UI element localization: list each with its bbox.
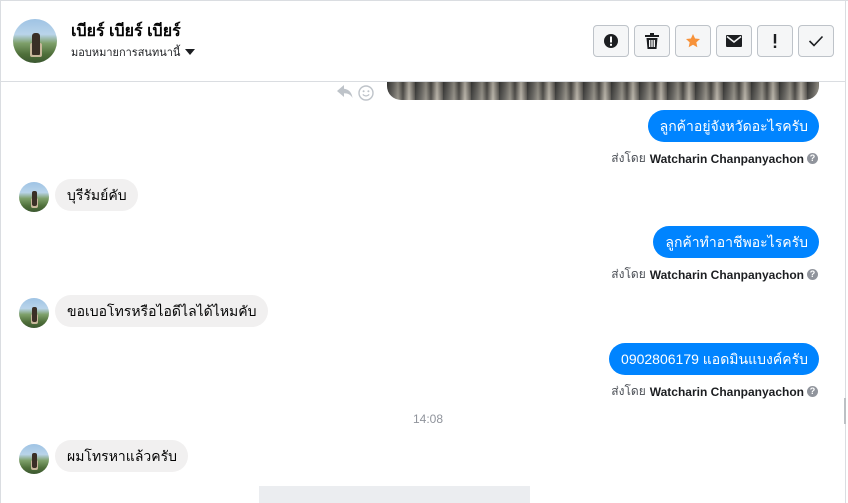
help-icon[interactable]: ? (807, 386, 818, 397)
assign-conversation-dropdown[interactable]: มอบหมายการสนทนานี้ (71, 43, 196, 61)
contact-avatar-small[interactable] (19, 182, 49, 212)
sent-by-line: ส่งโดย Watcharin Chanpanyachon ? (611, 382, 818, 401)
check-icon (808, 35, 824, 47)
mark-unread-button[interactable] (716, 25, 752, 57)
incoming-message[interactable]: บุรีรัมย์คับ (55, 179, 138, 211)
contact-avatar-small[interactable] (19, 298, 49, 328)
mark-done-button[interactable] (798, 25, 834, 57)
delete-button[interactable] (634, 25, 670, 57)
message-thread[interactable]: ลูกค้าอยู่จังหวัดอะไรครับ ส่งโดย Watchar… (1, 82, 845, 503)
trash-icon (645, 33, 659, 49)
alert-icon (603, 33, 619, 49)
outgoing-message[interactable]: ลูกค้าทำอาชีพอะไรครับ (653, 226, 819, 258)
typing-area-edge (259, 486, 530, 503)
contact-avatar[interactable] (13, 19, 57, 63)
conversation-toolbar (593, 25, 834, 57)
star-button[interactable] (675, 25, 711, 57)
sent-by-prefix: ส่งโดย (611, 384, 646, 398)
contact-avatar-small[interactable] (19, 444, 49, 474)
star-icon (685, 33, 701, 49)
scrollbar-thumb[interactable] (844, 398, 846, 424)
sent-by-line: ส่งโดย Watcharin Chanpanyachon ? (611, 149, 818, 168)
contact-name[interactable]: เบียร์ เบียร์ เบียร์ (71, 19, 181, 44)
outgoing-message[interactable]: ลูกค้าอยู่จังหวัดอะไรครับ (647, 110, 819, 142)
reply-icon[interactable] (337, 85, 353, 104)
sent-by-prefix: ส่งโดย (611, 267, 646, 281)
mail-icon (726, 35, 742, 47)
help-icon[interactable]: ? (807, 153, 818, 164)
incoming-message[interactable]: ผมโทรหาแล้วครับ (55, 440, 189, 472)
outgoing-message[interactable]: 0902806179 แอดมินแบงค์ครับ (609, 343, 819, 375)
sent-by-prefix: ส่งโดย (611, 151, 646, 165)
exclamation-icon (773, 34, 777, 48)
mark-spam-button[interactable] (593, 25, 629, 57)
avatar-figure (32, 33, 40, 55)
sender-name[interactable]: Watcharin Chanpanyachon (650, 268, 804, 282)
incoming-message[interactable]: ขอเบอโทรหรือไอดีไลได้ไหมคับ (55, 295, 268, 327)
caret-down-icon (185, 49, 196, 55)
assign-conversation-label: มอบหมายการสนทนานี้ (71, 47, 181, 59)
conversation-header: เบียร์ เบียร์ เบียร์ มอบหมายการสนทนานี้ (1, 1, 845, 82)
react-emoji-icon[interactable] (358, 85, 374, 106)
sent-by-line: ส่งโดย Watcharin Chanpanyachon ? (611, 265, 818, 284)
timestamp-separator: 14:08 (412, 412, 444, 426)
sender-name[interactable]: Watcharin Chanpanyachon (650, 152, 804, 166)
sender-name[interactable]: Watcharin Chanpanyachon (650, 385, 804, 399)
image-attachment[interactable] (387, 82, 819, 100)
window-frame-right (845, 0, 846, 503)
follow-up-button[interactable] (757, 25, 793, 57)
help-icon[interactable]: ? (807, 269, 818, 280)
